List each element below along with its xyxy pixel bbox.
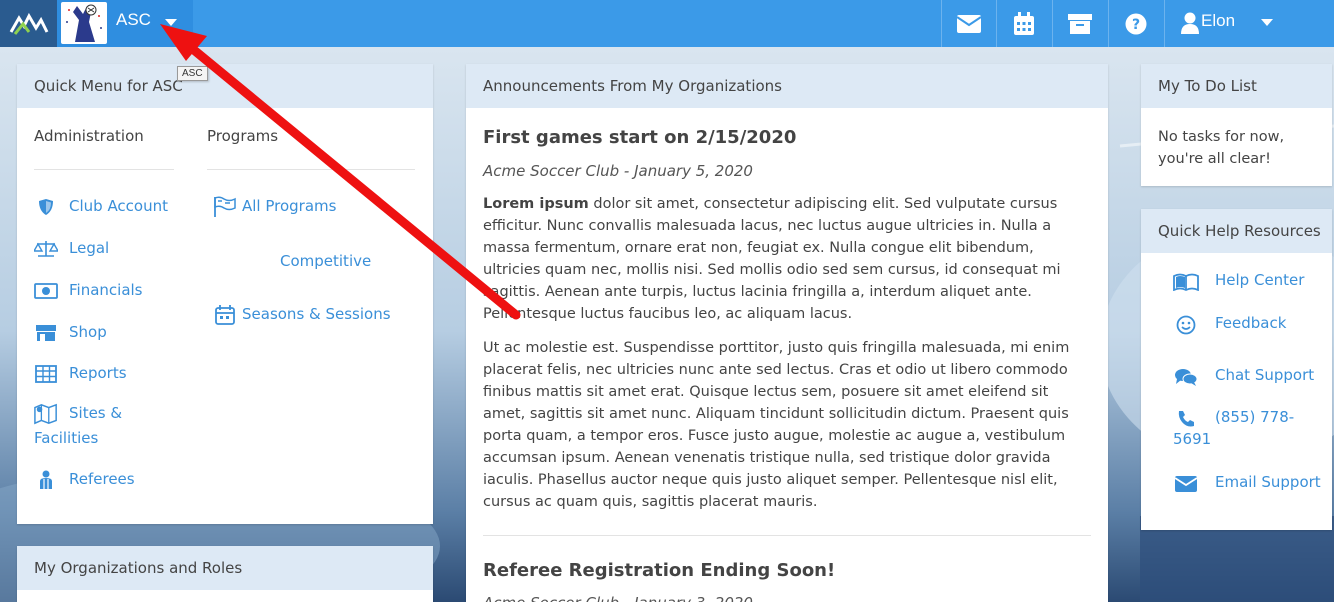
financials-label: Financials — [69, 281, 143, 299]
divider — [34, 169, 174, 170]
todo-message-line1: No tasks for now, — [1158, 129, 1285, 145]
shop-link[interactable]: Shop — [34, 323, 107, 343]
help-center-label: Help Center — [1215, 271, 1305, 289]
feedback-label: Feedback — [1215, 314, 1287, 332]
referee-icon — [34, 470, 58, 490]
map-icon — [34, 403, 58, 425]
help-button[interactable]: ? — [1108, 0, 1163, 47]
all-programs-label: All Programs — [242, 197, 337, 215]
phone-number-line1: (855) 778- — [1215, 408, 1295, 426]
announcement-meta: Acme Soccer Club - January 5, 2020 — [483, 162, 753, 180]
sites-facilities-link[interactable]: Sites & Facilities — [34, 403, 174, 447]
quick-menu-panel: Quick Menu for ASC Administration Progra… — [17, 64, 433, 524]
messages-button[interactable] — [941, 0, 996, 47]
user-name-label: Elon — [1201, 11, 1236, 30]
email-support-label: Email Support — [1215, 473, 1321, 491]
email-support-link[interactable]: Email Support — [1173, 473, 1321, 495]
store-icon — [34, 323, 58, 343]
chat-icon — [1173, 366, 1199, 388]
chat-support-link[interactable]: Chat Support — [1173, 366, 1314, 388]
app-logo[interactable] — [0, 0, 57, 47]
phone-support-link[interactable]: (855) 778- 5691 — [1173, 408, 1323, 448]
financials-link[interactable]: Financials — [34, 281, 143, 301]
book-icon — [1173, 271, 1199, 293]
calendar-icon — [213, 305, 237, 325]
reports-label: Reports — [69, 364, 127, 382]
divider — [483, 535, 1091, 536]
chat-support-label: Chat Support — [1215, 366, 1315, 384]
archive-button[interactable] — [1052, 0, 1107, 47]
phone-icon — [1173, 408, 1199, 430]
sites-label-line1: Sites & — [69, 404, 123, 422]
seasons-sessions-label: Seasons & Sessions — [242, 305, 391, 323]
todo-title: My To Do List — [1141, 64, 1332, 108]
scales-icon — [34, 239, 58, 259]
feedback-link[interactable]: Feedback — [1173, 314, 1286, 336]
announcements-panel: Announcements From My Organizations Firs… — [466, 64, 1108, 602]
phone-number-line2: 5691 — [1173, 430, 1212, 448]
archive-icon — [1068, 13, 1092, 34]
announcement-title: First games start on 2/15/2020 — [483, 127, 797, 148]
envelope-icon — [956, 14, 982, 33]
svg-text:?: ? — [1132, 17, 1140, 33]
legal-link[interactable]: Legal — [34, 239, 109, 259]
org-name-label: ASC — [116, 10, 151, 29]
todo-message-line2: you're all clear! — [1158, 151, 1271, 167]
announcements-title: Announcements From My Organizations — [466, 64, 1108, 108]
divider — [207, 169, 415, 170]
logo-icon — [9, 12, 48, 35]
calendar-button[interactable] — [996, 0, 1051, 47]
user-icon — [1181, 12, 1199, 34]
club-account-link[interactable]: Club Account — [34, 197, 168, 217]
seasons-sessions-link[interactable]: Seasons & Sessions — [213, 305, 391, 325]
legal-label: Legal — [69, 239, 110, 257]
announcement-title: Referee Registration Ending Soon! — [483, 560, 836, 581]
caret-down-icon — [1261, 19, 1273, 26]
club-account-label: Club Account — [69, 197, 169, 215]
announcement-paragraph-1-text: dolor sit amet, consectetur adipiscing e… — [483, 196, 1061, 322]
top-navigation-bar: ASC ? Elon — [0, 0, 1334, 47]
wolf-crest-icon — [66, 4, 102, 42]
flags-icon — [213, 196, 237, 217]
envelope-icon — [1173, 473, 1199, 495]
shield-icon — [34, 197, 58, 217]
referees-link[interactable]: Referees — [34, 470, 135, 490]
quick-help-title: Quick Help Resources — [1141, 209, 1332, 253]
quick-menu-title: Quick Menu for ASC — [17, 64, 433, 108]
shop-label: Shop — [69, 323, 107, 341]
help-center-link[interactable]: Help Center — [1173, 271, 1304, 293]
smile-icon — [1173, 314, 1199, 336]
administration-heading: Administration — [34, 127, 144, 145]
all-programs-link[interactable]: All Programs — [213, 196, 337, 217]
referees-label: Referees — [69, 470, 135, 488]
announcement-meta: Acme Soccer Club - January 3, 2020 — [483, 594, 753, 602]
announcement-paragraph-1: Lorem ipsum dolor sit amet, consectetur … — [483, 193, 1089, 325]
programs-heading: Programs — [207, 127, 279, 145]
org-switcher[interactable]: ASC — [57, 0, 193, 47]
calendar-icon — [1014, 11, 1034, 35]
reports-link[interactable]: Reports — [34, 364, 127, 384]
organizations-roles-panel: My Organizations and Roles — [17, 546, 433, 602]
organizations-roles-title: My Organizations and Roles — [17, 546, 433, 590]
announcement-paragraph-2: Ut ac molestie est. Suspendisse porttito… — [483, 340, 1070, 510]
org-tooltip: ASC — [177, 66, 208, 81]
caret-down-icon — [165, 19, 177, 26]
help-icon: ? — [1125, 13, 1147, 34]
org-crest-logo — [61, 2, 107, 44]
sites-label-line2: Facilities — [34, 429, 99, 447]
competitive-label: Competitive — [280, 252, 372, 270]
todo-empty-message: No tasks for now, you're all clear! — [1158, 126, 1284, 170]
competitive-program-link[interactable]: Competitive — [280, 252, 371, 270]
user-menu-button[interactable]: Elon — [1164, 0, 1320, 47]
table-icon — [34, 364, 58, 384]
quick-help-panel: Quick Help Resources Help Center Feedbac… — [1141, 209, 1332, 530]
announcement-bold-lead: Lorem ipsum — [483, 196, 589, 212]
todo-panel: My To Do List No tasks for now, you're a… — [1141, 64, 1332, 186]
money-icon — [34, 281, 58, 301]
